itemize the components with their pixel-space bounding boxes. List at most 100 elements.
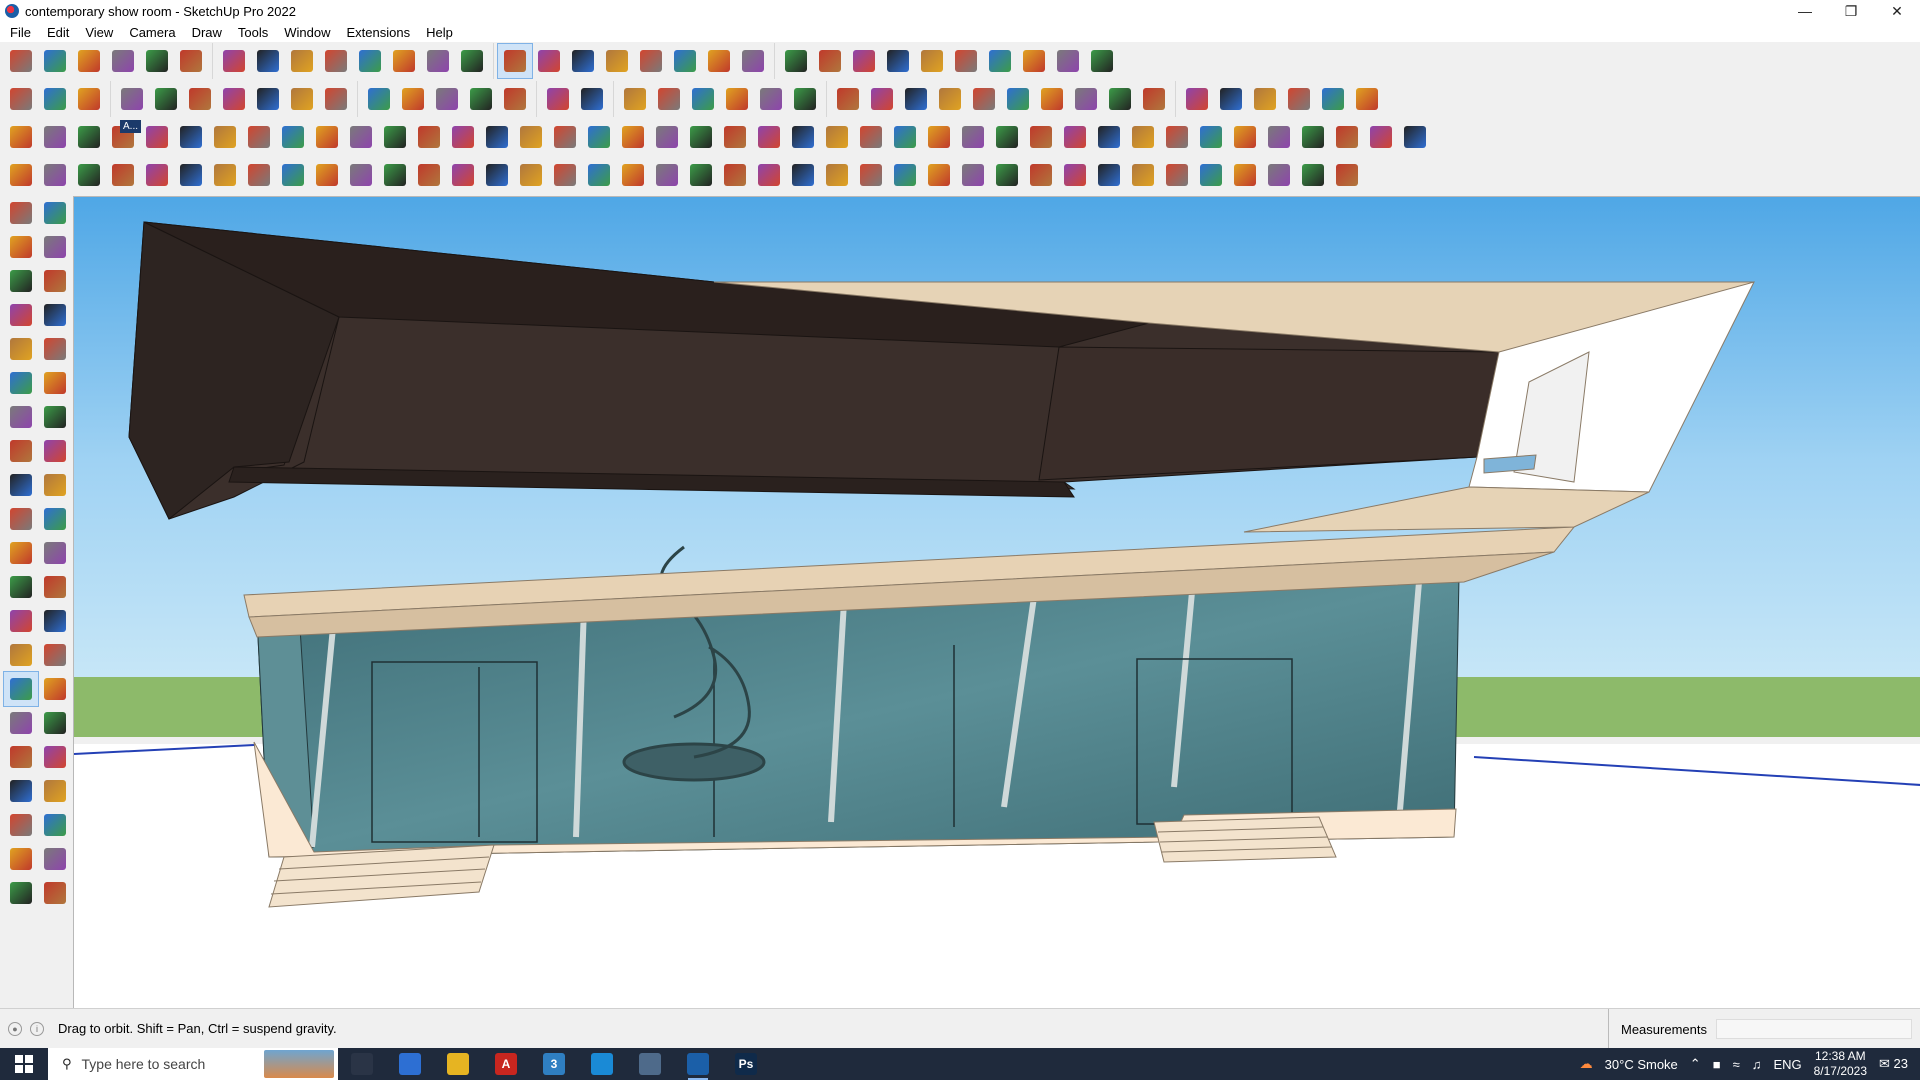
move-icon[interactable]: [4, 468, 38, 502]
paint-icon[interactable]: [455, 44, 489, 78]
minimize-button[interactable]: —: [1782, 0, 1828, 22]
position-camera-icon[interactable]: [4, 774, 38, 808]
solid-tool-8-icon[interactable]: [242, 120, 276, 154]
volume-icon[interactable]: ♫: [1752, 1057, 1762, 1072]
cylinder-icon[interactable]: [38, 82, 72, 116]
scale-icon[interactable]: [353, 44, 387, 78]
taskbar-edge[interactable]: [578, 1048, 626, 1080]
draw-tool-30-icon[interactable]: [990, 158, 1024, 192]
paint-bucket-icon[interactable]: [174, 44, 208, 78]
solid-tool-38-icon[interactable]: [1262, 120, 1296, 154]
measurements-input[interactable]: [1716, 1019, 1912, 1039]
solid-tool-26-icon[interactable]: [854, 120, 888, 154]
select-icon[interactable]: [4, 196, 38, 230]
shaded-icon[interactable]: [464, 82, 498, 116]
layers-icon[interactable]: [4, 842, 38, 876]
push-pull-icon[interactable]: [217, 44, 251, 78]
draw-tool-31-icon[interactable]: [1024, 158, 1058, 192]
draw-tool-11-icon[interactable]: [344, 158, 378, 192]
pan-icon[interactable]: [532, 44, 566, 78]
draw-tool-23-icon[interactable]: [752, 158, 786, 192]
draw-tool-29-icon[interactable]: [956, 158, 990, 192]
sphere-icon[interactable]: [72, 82, 106, 116]
sandbox-from-scratch-icon[interactable]: [575, 82, 609, 116]
follow-me-icon[interactable]: [251, 44, 285, 78]
scenes-icon[interactable]: [38, 876, 72, 910]
taskbar-acrobat[interactable]: A: [482, 1048, 530, 1080]
house-outline-icon[interactable]: [754, 82, 788, 116]
menu-camera[interactable]: Camera: [121, 25, 183, 40]
shapes-parallel-icon[interactable]: [1035, 82, 1069, 116]
section-icon[interactable]: [634, 44, 668, 78]
texture-6-icon[interactable]: [1350, 82, 1384, 116]
draw-tool-9-icon[interactable]: [276, 158, 310, 192]
draw-tool-5-icon[interactable]: [140, 158, 174, 192]
solid-tool-37-icon[interactable]: [1228, 120, 1262, 154]
pie-icon[interactable]: [38, 400, 72, 434]
select-icon[interactable]: [38, 44, 72, 78]
shop-icon[interactable]: [720, 82, 754, 116]
draw-tool-40-icon[interactable]: [1330, 158, 1364, 192]
network-icon[interactable]: ■: [1713, 1057, 1721, 1072]
shapes-arc-icon[interactable]: [1069, 82, 1103, 116]
connect-icon[interactable]: [983, 44, 1017, 78]
follow-me-icon[interactable]: [38, 502, 72, 536]
orbit-icon[interactable]: [38, 196, 72, 230]
menu-help[interactable]: Help: [418, 25, 461, 40]
scale-icon[interactable]: [4, 536, 38, 570]
solid-tool-22-icon[interactable]: [718, 120, 752, 154]
solid-tool-29-icon[interactable]: [956, 120, 990, 154]
language-indicator[interactable]: ENG: [1773, 1057, 1801, 1072]
zoom-icon[interactable]: [4, 706, 38, 740]
left-icon[interactable]: [251, 82, 285, 116]
tape-icon[interactable]: [4, 570, 38, 604]
house-icon[interactable]: [686, 82, 720, 116]
sandbox-from-contours-icon[interactable]: [541, 82, 575, 116]
top-icon[interactable]: [285, 82, 319, 116]
draw-tool-36-icon[interactable]: [1194, 158, 1228, 192]
layers-icon[interactable]: [702, 44, 736, 78]
materials-icon[interactable]: [736, 44, 770, 78]
push-pull-icon[interactable]: [38, 468, 72, 502]
texture-5-icon[interactable]: [1316, 82, 1350, 116]
arc-2pt-icon[interactable]: [38, 434, 72, 468]
model-viewport[interactable]: [73, 196, 1920, 1008]
redo-icon[interactable]: [1051, 44, 1085, 78]
wifi-icon[interactable]: ≈: [1733, 1057, 1740, 1072]
notifications-button[interactable]: ✉ 23: [1879, 1056, 1908, 1072]
line-icon[interactable]: [4, 298, 38, 332]
warehouse-icon[interactable]: [618, 82, 652, 116]
solid-tool-31-icon[interactable]: [1024, 120, 1058, 154]
menu-view[interactable]: View: [77, 25, 121, 40]
solid-tool-3-icon[interactable]: [72, 120, 106, 154]
menu-draw[interactable]: Draw: [184, 25, 230, 40]
start-button[interactable]: [0, 1048, 48, 1080]
info-icon[interactable]: i: [30, 1021, 44, 1036]
solid-tool-21-icon[interactable]: [684, 120, 718, 154]
solid-tool-23-icon[interactable]: [752, 120, 786, 154]
draw-tool-38-icon[interactable]: [1262, 158, 1296, 192]
solid-tool-7-icon[interactable]: [208, 120, 242, 154]
polygon-icon[interactable]: [38, 366, 72, 400]
orbit-2-icon[interactable]: [3, 671, 39, 707]
store-icon[interactable]: [788, 82, 822, 116]
zoom-extents-icon[interactable]: [4, 44, 38, 78]
draw-tool-21-icon[interactable]: [684, 158, 718, 192]
circle-icon[interactable]: [4, 366, 38, 400]
draw-tool-35-icon[interactable]: [1160, 158, 1194, 192]
x-ray-icon[interactable]: [362, 82, 396, 116]
shapes-ring-icon[interactable]: [1103, 82, 1137, 116]
draw-tool-2-icon[interactable]: [38, 158, 72, 192]
styles-icon[interactable]: [4, 876, 38, 910]
components-icon[interactable]: [668, 44, 702, 78]
draw-tool-1-icon[interactable]: [4, 158, 38, 192]
arc-icon[interactable]: [4, 400, 38, 434]
solid-tool-40-icon[interactable]: [1330, 120, 1364, 154]
draw-tool-6-icon[interactable]: [174, 158, 208, 192]
solid-tool-32-icon[interactable]: [1058, 120, 1092, 154]
menu-extensions[interactable]: Extensions: [339, 25, 419, 40]
close-button[interactable]: ✕: [1874, 0, 1920, 22]
draw-tool-3-icon[interactable]: [72, 158, 106, 192]
draw-tool-25-icon[interactable]: [820, 158, 854, 192]
menu-edit[interactable]: Edit: [39, 25, 77, 40]
